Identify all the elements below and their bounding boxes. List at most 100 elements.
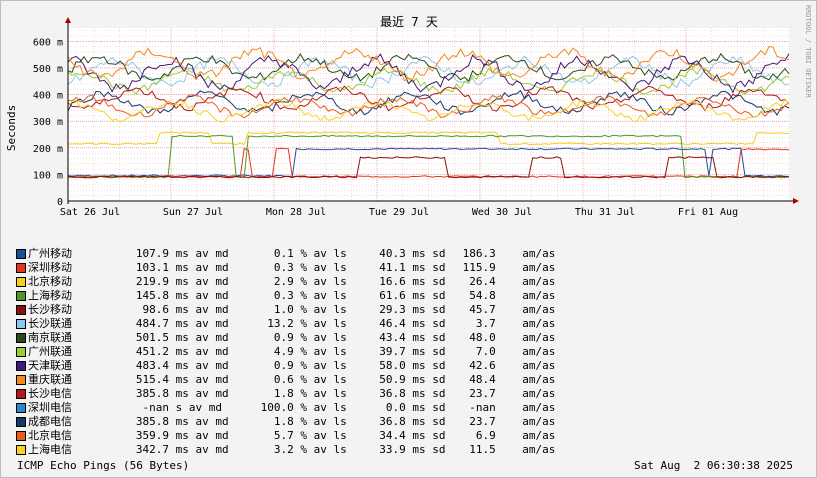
- y-tick-label: 400 m: [33, 91, 63, 102]
- legend-swatch: [16, 319, 26, 329]
- legend-amas: 3.7 am/as: [456, 317, 556, 330]
- legend-name: 上海移动: [28, 289, 72, 302]
- y-tick-label: 200 m: [33, 144, 63, 155]
- legend-sd: 29.3 ms sd: [366, 303, 446, 316]
- legend-loss: 13.2 % av ls: [254, 317, 347, 330]
- legend-name: 成都电信: [28, 415, 72, 428]
- legend-loss: 0.9 % av ls: [254, 359, 347, 372]
- legend-amas: 45.7 am/as: [456, 303, 556, 316]
- legend-name: 深圳电信: [28, 401, 72, 414]
- legend-name: 长沙联通: [28, 317, 72, 330]
- legend-swatch: [16, 431, 26, 441]
- y-tick-label: 500 m: [33, 64, 63, 75]
- legend-amas: 7.0 am/as: [456, 345, 556, 358]
- legend-sd: 41.1 ms sd: [366, 261, 446, 274]
- legend-median: 219.9 ms av md: [116, 275, 229, 288]
- legend-loss: 2.9 % av ls: [254, 275, 347, 288]
- legend-swatch: [16, 291, 26, 301]
- legend-loss: 1.8 % av ls: [254, 415, 347, 428]
- legend-swatch: [16, 375, 26, 385]
- legend-amas: 6.9 am/as: [456, 429, 556, 442]
- legend-name: 南京联通: [28, 331, 72, 344]
- legend-median: 98.6 ms av md: [116, 303, 229, 316]
- x-tick-label: Tue 29 Jul: [369, 207, 429, 218]
- rrdtool-watermark: RRDTOOL / TOBI OETIKER: [804, 5, 812, 99]
- legend-loss: 0.1 % av ls: [254, 247, 347, 260]
- y-axis-arrow: [65, 17, 71, 23]
- legend-name: 北京电信: [28, 429, 72, 442]
- legend-loss: 0.9 % av ls: [254, 331, 347, 344]
- legend-sd: 33.9 ms sd: [366, 443, 446, 456]
- legend-median: -nan s av md: [116, 401, 222, 414]
- legend-loss: 1.8 % av ls: [254, 387, 347, 400]
- x-tick-label: Fri 01 Aug: [678, 207, 738, 218]
- legend-sd: 40.3 ms sd: [366, 247, 446, 260]
- legend-name: 广州联通: [28, 345, 72, 358]
- legend-name: 重庆联通: [28, 373, 72, 386]
- x-axis-arrow: [793, 198, 799, 204]
- legend-name: 上海电信: [28, 443, 72, 456]
- legend-sd: 16.6 ms sd: [366, 275, 446, 288]
- legend-sd: 36.8 ms sd: [366, 387, 446, 400]
- legend-median: 385.8 ms av md: [116, 387, 229, 400]
- legend-median: 103.1 ms av md: [116, 261, 229, 274]
- legend-swatch: [16, 403, 26, 413]
- legend-sd: 0.0 ms sd: [366, 401, 446, 414]
- legend-loss: 5.7 % av ls: [254, 429, 347, 442]
- legend-median: 484.7 ms av md: [116, 317, 229, 330]
- legend-sd: 61.6 ms sd: [366, 289, 446, 302]
- legend-median: 451.2 ms av md: [116, 345, 229, 358]
- legend-amas: 23.7 am/as: [456, 415, 556, 428]
- y-tick-label: 100 m: [33, 170, 63, 181]
- legend-loss: 3.2 % av ls: [254, 443, 347, 456]
- legend-amas: 54.8 am/as: [456, 289, 556, 302]
- y-tick-label: 300 m: [33, 117, 63, 128]
- legend-swatch: [16, 389, 26, 399]
- legend-sd: 34.4 ms sd: [366, 429, 446, 442]
- legend-median: 107.9 ms av md: [116, 247, 229, 260]
- legend-amas: 23.7 am/as: [456, 387, 556, 400]
- legend-loss: 4.9 % av ls: [254, 345, 347, 358]
- legend-sd: 39.7 ms sd: [366, 345, 446, 358]
- footer-left: ICMP Echo Pings (56 Bytes): [17, 459, 190, 472]
- legend-amas: 48.0 am/as: [456, 331, 556, 344]
- x-tick-label: Sat 26 Jul: [60, 207, 120, 218]
- legend-swatch: [16, 263, 26, 273]
- legend-sd: 46.4 ms sd: [366, 317, 446, 330]
- plot-area: 0100 m200 m300 m400 m500 m600 mSat 26 Ju…: [33, 17, 799, 218]
- legend-amas: 186.3 am/as: [456, 247, 556, 260]
- legend-sd: 58.0 ms sd: [366, 359, 446, 372]
- y-tick-label: 600 m: [33, 37, 63, 48]
- legend-swatch: [16, 445, 26, 455]
- legend-swatch: [16, 249, 26, 259]
- legend-swatch: [16, 277, 26, 287]
- legend-median: 515.4 ms av md: [116, 373, 229, 386]
- legend-swatch: [16, 333, 26, 343]
- legend-median: 501.5 ms av md: [116, 331, 229, 344]
- legend-median: 342.7 ms av md: [116, 443, 229, 456]
- legend-amas: 26.4 am/as: [456, 275, 556, 288]
- legend-amas: -nan am/as: [456, 401, 556, 414]
- legend-amas: 11.5 am/as: [456, 443, 556, 456]
- legend-amas: 115.9 am/as: [456, 261, 556, 274]
- legend-name: 北京移动: [28, 275, 72, 288]
- x-tick-label: Sun 27 Jul: [163, 207, 223, 218]
- legend-swatch: [16, 347, 26, 357]
- legend-loss: 0.6 % av ls: [254, 373, 347, 386]
- x-tick-label: Wed 30 Jul: [472, 207, 532, 218]
- legend-name: 广州移动: [28, 247, 72, 260]
- legend-swatch: [16, 305, 26, 315]
- legend-median: 359.9 ms av md: [116, 429, 229, 442]
- legend-median: 145.8 ms av md: [116, 289, 229, 302]
- x-tick-label: Thu 31 Jul: [575, 207, 635, 218]
- legend-median: 483.4 ms av md: [116, 359, 229, 372]
- legend-loss: 0.3 % av ls: [254, 261, 347, 274]
- legend-sd: 43.4 ms sd: [366, 331, 446, 344]
- legend-amas: 42.6 am/as: [456, 359, 556, 372]
- graph-frame: 最近 7 天 Seconds RRDTOOL / TOBI OETIKER 01…: [0, 0, 817, 478]
- x-tick-label: Mon 28 Jul: [266, 207, 326, 218]
- legend-name: 长沙电信: [28, 387, 72, 400]
- chart-title: 最近 7 天: [380, 15, 438, 29]
- legend-name: 长沙移动: [28, 303, 72, 316]
- legend-swatch: [16, 361, 26, 371]
